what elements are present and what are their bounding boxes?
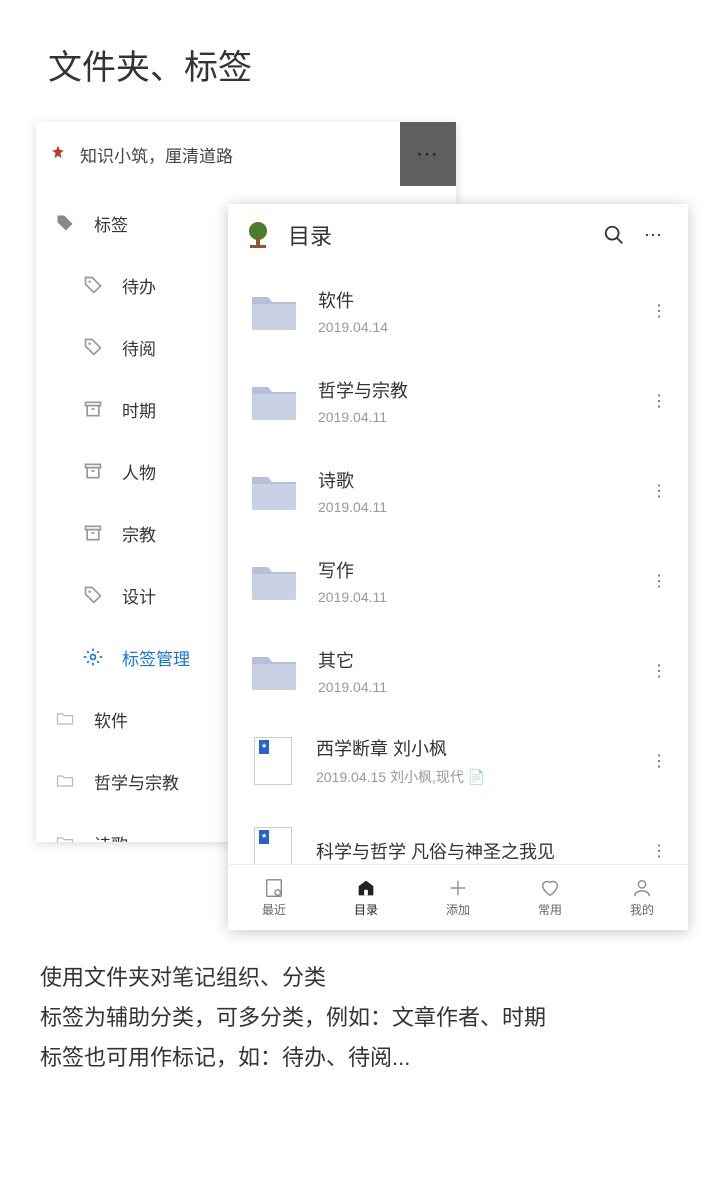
search-icon: [603, 224, 625, 246]
document-icon: ★: [254, 827, 292, 864]
tab-label: 最近: [262, 901, 286, 918]
catalog-item-3[interactable]: 写作 2019.04.11 ⋮: [228, 536, 688, 626]
folder-icon: [250, 381, 298, 421]
tab-label: 目录: [354, 901, 378, 918]
tab-label: 我的: [630, 901, 654, 918]
sidebar-item-label: 宗教: [122, 521, 156, 546]
catalog-item-6[interactable]: ★ 科学与哲学 凡俗与神圣之我见 ⋮: [228, 806, 688, 864]
desc-line-3: 标签也可用作标记，如：待办、待阅...: [40, 1038, 680, 1078]
tab-add[interactable]: 添加: [412, 865, 504, 930]
catalog-item-2[interactable]: 诗歌 2019.04.11 ⋮: [228, 446, 688, 536]
item-name: 软件: [318, 287, 644, 313]
sidebar-item-label: 设计: [122, 583, 156, 608]
more-vertical-icon: ⋮: [651, 571, 667, 591]
item-name: 诗歌: [318, 467, 644, 493]
item-name: 科学与哲学 凡俗与神圣之我见: [316, 838, 644, 864]
item-date: 2019.04.14: [318, 319, 644, 335]
more-vertical-icon: ⋮: [651, 391, 667, 411]
sidebar-item-label: 标签管理: [122, 645, 190, 670]
sidebar-item-label: 待阅: [122, 335, 156, 360]
catalog-icon: [355, 877, 377, 899]
archive-icon: [82, 460, 104, 482]
archive-icon: [82, 398, 104, 420]
item-more-button[interactable]: ⋮: [644, 481, 674, 501]
add-icon: [447, 877, 469, 899]
tag-icon: [82, 336, 104, 358]
bottom-tabs: 最近 目录 添加 常用 我的: [228, 864, 688, 930]
catalog-panel: 目录 ⋯ 软件 2019.04.14 ⋮ 哲学与宗教 2019.04.11 ⋮ 诗歌 2019…: [228, 204, 688, 930]
more-vertical-icon: ⋮: [651, 751, 667, 771]
sidebar-item-label: 时期: [122, 397, 156, 422]
catalog-title: 目录: [288, 219, 594, 251]
sidebar-root-label: 标签: [94, 211, 128, 236]
more-vertical-icon: ⋮: [651, 841, 667, 861]
heart-icon: [539, 877, 561, 899]
tag-icon: [82, 274, 104, 296]
item-date: 2019.04.15 刘小枫,现代 📄: [316, 767, 644, 787]
sidebar-menu-button[interactable]: ⋯: [400, 122, 456, 186]
item-more-button[interactable]: ⋮: [644, 751, 674, 771]
tab-heart[interactable]: 常用: [504, 865, 596, 930]
tag-icon: [82, 584, 104, 606]
tab-label: 添加: [446, 901, 470, 918]
sidebar-subtitle: 知识小筑，厘清道路: [80, 142, 233, 167]
sidebar-folder-label: 软件: [94, 707, 128, 732]
item-more-button[interactable]: ⋮: [644, 391, 674, 411]
tab-catalog[interactable]: 目录: [320, 865, 412, 930]
sidebar-item-label: 人物: [122, 459, 156, 484]
more-vertical-icon: ⋮: [651, 661, 667, 681]
description-text: 使用文件夹对笔记组织、分类 标签为辅助分类，可多分类，例如：文章作者、时期 标签…: [40, 958, 680, 1078]
sidebar-item-label: 待办: [122, 273, 156, 298]
item-name: 哲学与宗教: [318, 377, 644, 403]
page-title: 文件夹、标签: [0, 0, 720, 89]
tab-label: 常用: [538, 901, 562, 918]
tag-filled-icon: [54, 212, 76, 234]
tab-user[interactable]: 我的: [596, 865, 688, 930]
gear-icon: [82, 646, 104, 668]
app-tree-icon: [242, 219, 274, 251]
folder-outline-icon: [54, 832, 76, 842]
search-button[interactable]: [594, 215, 634, 255]
catalog-item-4[interactable]: 其它 2019.04.11 ⋮: [228, 626, 688, 716]
archive-icon: [82, 522, 104, 544]
item-more-button[interactable]: ⋮: [644, 571, 674, 591]
more-button[interactable]: ⋯: [634, 215, 674, 255]
folder-icon: [250, 471, 298, 511]
recent-icon: [263, 877, 285, 899]
item-date: 2019.04.11: [318, 589, 644, 605]
catalog-item-0[interactable]: 软件 2019.04.14 ⋮: [228, 266, 688, 356]
item-date: 2019.04.11: [318, 409, 644, 425]
more-vertical-icon: ⋮: [651, 481, 667, 501]
sidebar-folder-label: 哲学与宗教: [94, 769, 179, 794]
item-more-button[interactable]: ⋮: [644, 841, 674, 861]
document-icon: ★: [254, 737, 292, 785]
catalog-header: 目录 ⋯: [228, 204, 688, 266]
folder-icon: [250, 561, 298, 601]
catalog-item-1[interactable]: 哲学与宗教 2019.04.11 ⋮: [228, 356, 688, 446]
item-name: 写作: [318, 557, 644, 583]
user-icon: [631, 877, 653, 899]
sidebar-folder-label: 诗歌: [94, 831, 128, 843]
desc-line-1: 使用文件夹对笔记组织、分类: [40, 958, 680, 998]
folder-icon: [250, 651, 298, 691]
item-more-button[interactable]: ⋮: [644, 661, 674, 681]
tab-recent[interactable]: 最近: [228, 865, 320, 930]
app-logo-icon: [48, 144, 68, 164]
sidebar-header: 知识小筑，厘清道路 ⋯: [36, 122, 456, 186]
more-vertical-icon: ⋮: [651, 301, 667, 321]
desc-line-2: 标签为辅助分类，可多分类，例如：文章作者、时期: [40, 998, 680, 1038]
more-icon: ⋯: [644, 225, 664, 246]
item-date: 2019.04.11: [318, 499, 644, 515]
folder-icon: [250, 291, 298, 331]
item-name: 西学断章 刘小枫: [316, 735, 644, 761]
item-more-button[interactable]: ⋮: [644, 301, 674, 321]
item-date: 2019.04.11: [318, 679, 644, 695]
folder-outline-icon: [54, 770, 76, 792]
item-name: 其它: [318, 647, 644, 673]
folder-outline-icon: [54, 708, 76, 730]
catalog-item-5[interactable]: ★ 西学断章 刘小枫 2019.04.15 刘小枫,现代 📄 ⋮: [228, 716, 688, 806]
